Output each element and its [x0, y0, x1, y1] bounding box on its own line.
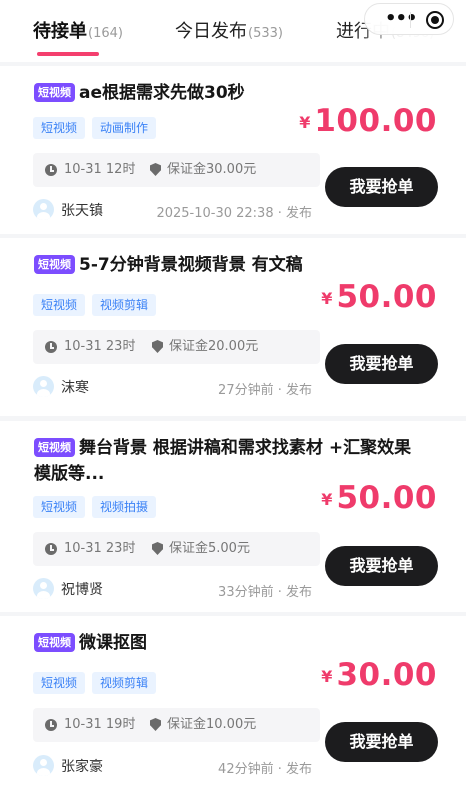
- deadline-text: 10-31 23时: [64, 541, 136, 556]
- tab-label: 待接单: [33, 21, 87, 42]
- tab-today[interactable]: 今日发布(533): [175, 17, 283, 43]
- active-tab-indicator: [37, 52, 99, 56]
- user-avatar-icon: [33, 755, 54, 776]
- tag-list: 短视频 视频剪辑: [33, 672, 163, 694]
- deposit-text: 保证金10.00元: [167, 717, 257, 732]
- task-info-bar: 10-31 19时 保证金10.00元: [33, 708, 320, 742]
- clock-icon: [45, 341, 57, 353]
- tag-list: 短视频 动画制作: [33, 117, 163, 139]
- publisher-name: 张家豪: [61, 759, 103, 775]
- task-card[interactable]: 短视频 5-7分钟背景视频背景 有文稿 短视频 视频剪辑 ¥50.00 10-31 …: [0, 238, 466, 416]
- tag: 视频拍摄: [92, 496, 157, 518]
- price: ¥30.00: [321, 657, 437, 693]
- posted-suffix: · 发布: [277, 383, 312, 398]
- currency-symbol: ¥: [321, 667, 333, 686]
- price-value: 100.00: [314, 103, 437, 139]
- task-info-bar: 10-31 23时 保证金5.00元: [33, 532, 320, 566]
- tag: 短视频: [33, 496, 86, 518]
- task-card[interactable]: 短视频 舞台背景 根据讲稿和需求找素材 +汇聚效果 模版等... 短视频 视频拍摄 …: [0, 421, 466, 612]
- posted-time-value: 2025-10-30 22:38: [156, 206, 274, 221]
- tab-count: (164): [88, 26, 123, 41]
- grab-order-button[interactable]: 我要抢单: [325, 344, 438, 384]
- deadline-text: 10-31 19时: [64, 717, 136, 732]
- clock-icon: [45, 164, 57, 176]
- grab-order-button[interactable]: 我要抢单: [325, 167, 438, 207]
- category-badge: 短视频: [34, 255, 75, 274]
- task-info-bar: 10-31 12时 保证金30.00元: [33, 153, 320, 187]
- posted-suffix: · 发布: [277, 206, 312, 221]
- posted-suffix: · 发布: [277, 585, 312, 600]
- price-value: 50.00: [336, 480, 437, 516]
- card-title-row: 短视频 微课抠图: [34, 630, 434, 656]
- price-value: 50.00: [336, 279, 437, 315]
- task-title: 舞台背景 根据讲稿和需求找素材 +汇聚效果: [79, 438, 412, 458]
- task-card[interactable]: 短视频 微课抠图 短视频 视频剪辑 ¥30.00 10-31 19时 保证金10.0…: [0, 616, 466, 798]
- user-avatar-icon: [33, 578, 54, 599]
- currency-symbol: ¥: [299, 113, 311, 132]
- deposit-text: 保证金30.00元: [167, 162, 257, 177]
- shield-icon: [152, 542, 163, 555]
- posted-suffix: · 发布: [277, 762, 312, 777]
- price: ¥100.00: [299, 103, 437, 139]
- price: ¥50.00: [321, 480, 437, 516]
- deadline-text: 10-31 23时: [64, 339, 136, 354]
- capsule-divider: [410, 12, 411, 28]
- publisher-name: 沫寒: [61, 380, 89, 396]
- card-title-row: 短视频 5-7分钟背景视频背景 有文稿: [34, 252, 434, 278]
- currency-symbol: ¥: [321, 490, 333, 509]
- tag: 视频剪辑: [92, 294, 157, 316]
- user-avatar-icon: [33, 376, 54, 397]
- grab-order-button[interactable]: 我要抢单: [325, 546, 438, 586]
- tab-label: 今日发布: [175, 21, 247, 42]
- task-info-bar: 10-31 23时 保证金20.00元: [33, 330, 320, 364]
- task-title: 微课抠图: [79, 633, 147, 653]
- tab-pending[interactable]: 待接单(164): [33, 17, 123, 43]
- shield-icon: [152, 340, 163, 353]
- clock-icon: [45, 543, 57, 555]
- task-title: ae根据需求先做30秒: [79, 83, 245, 103]
- tab-count: (533): [248, 26, 283, 41]
- tag: 短视频: [33, 294, 86, 316]
- more-dots-icon[interactable]: •••: [385, 10, 418, 28]
- task-card[interactable]: 短视频 ae根据需求先做30秒 短视频 动画制作 ¥100.00 10-31 12时…: [0, 66, 466, 234]
- user-avatar-icon: [33, 199, 54, 220]
- tag-list: 短视频 视频拍摄: [33, 496, 163, 518]
- publisher-name: 祝博贤: [61, 582, 103, 598]
- tag: 短视频: [33, 672, 86, 694]
- grab-order-button[interactable]: 我要抢单: [325, 722, 438, 762]
- deadline-text: 10-31 12时: [64, 162, 136, 177]
- target-close-icon[interactable]: [426, 11, 444, 29]
- currency-symbol: ¥: [321, 289, 333, 308]
- posted-time: 27分钟前 · 发布: [218, 379, 312, 398]
- deposit-text: 保证金5.00元: [169, 541, 250, 556]
- posted-time: 33分钟前 · 发布: [218, 581, 312, 600]
- tag: 动画制作: [92, 117, 157, 139]
- shield-icon: [150, 163, 161, 176]
- miniprogram-capsule: •••: [364, 3, 454, 35]
- clock-icon: [45, 719, 57, 731]
- shield-icon: [150, 718, 161, 731]
- category-badge: 短视频: [34, 83, 75, 102]
- deposit-text: 保证金20.00元: [169, 339, 259, 354]
- category-badge: 短视频: [34, 633, 75, 652]
- posted-time-value: 27分钟前: [218, 383, 274, 398]
- tag-list: 短视频 视频剪辑: [33, 294, 163, 316]
- posted-time: 2025-10-30 22:38 · 发布: [156, 202, 312, 221]
- category-badge: 短视频: [34, 438, 75, 457]
- price: ¥50.00: [321, 279, 437, 315]
- posted-time-value: 42分钟前: [218, 762, 274, 777]
- tag: 短视频: [33, 117, 86, 139]
- price-value: 30.00: [336, 657, 437, 693]
- publisher-name: 张天镇: [61, 203, 103, 219]
- tag: 视频剪辑: [92, 672, 157, 694]
- posted-time: 42分钟前 · 发布: [218, 758, 312, 777]
- posted-time-value: 33分钟前: [218, 585, 274, 600]
- task-title: 5-7分钟背景视频背景 有文稿: [79, 255, 303, 275]
